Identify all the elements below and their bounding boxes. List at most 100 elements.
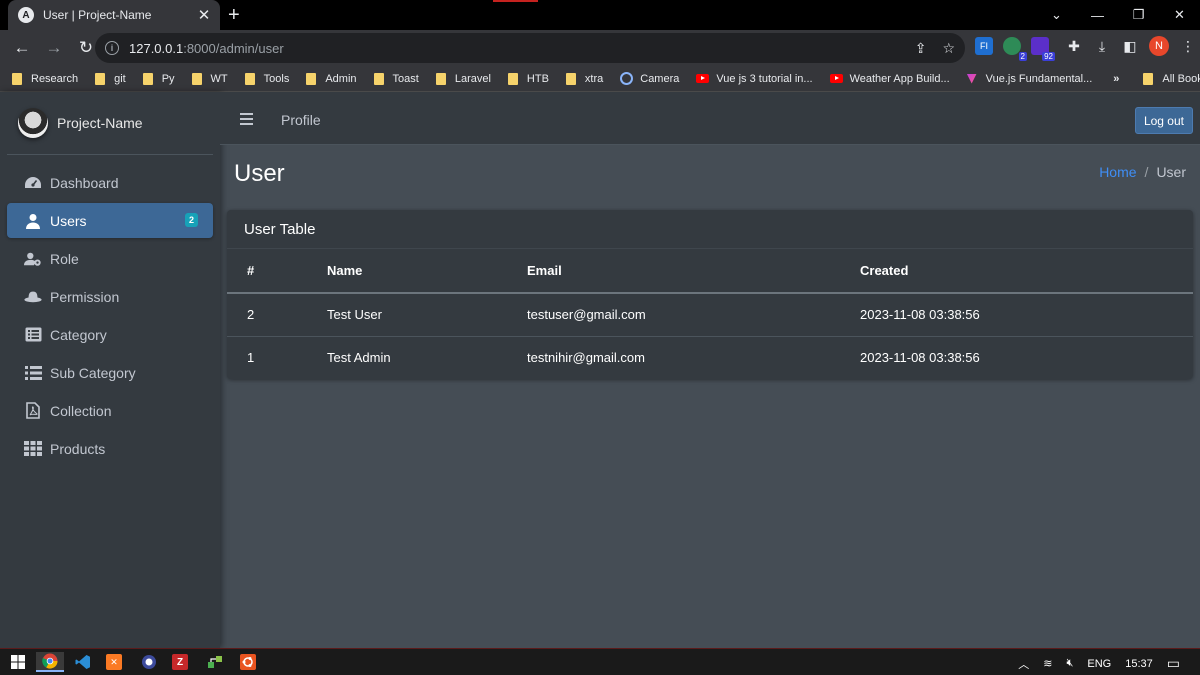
sidebar-item-label: Dashboard [50, 174, 119, 191]
sidebar-item-sub-category[interactable]: Sub Category [7, 355, 213, 390]
chevron-up-icon[interactable]: ︿ [1018, 656, 1029, 672]
sidebar-menu: Dashboard Users 2 Role Permission Catego… [0, 155, 220, 466]
bookmark-label: Laravel [454, 72, 491, 85]
camera-icon [620, 72, 634, 85]
sidebar-item-label: Sub Category [50, 364, 136, 381]
bookmark-xtra[interactable]: xtra [565, 72, 604, 85]
language-indicator[interactable]: ENG [1087, 658, 1111, 670]
download-icon[interactable]: ⤓ [1093, 37, 1111, 55]
bookmarks-bar: Research git Py WT Tools Admin Toast Lar… [0, 66, 1200, 92]
table-row: 1 Test Admin testnihir@gmail.com 2023-11… [227, 336, 1193, 379]
brand-name: Project-Name [57, 115, 143, 131]
forward-arrow-icon[interactable]: → [40, 38, 68, 58]
sidebar-item-collection[interactable]: Collection [7, 393, 213, 428]
breadcrumb-home-link[interactable]: Home [1099, 164, 1136, 180]
user-table-card: User Table # Name Email Created 2 Test U… [227, 210, 1193, 379]
user-icon [24, 212, 42, 230]
cell-id: 1 [247, 350, 255, 366]
bookmark-vue-tutorial[interactable]: Vue js 3 tutorial in... [696, 73, 813, 85]
bookmark-git[interactable]: git [95, 72, 126, 85]
chevron-down-icon[interactable]: ⌄ [1036, 0, 1077, 30]
folder-icon [1143, 72, 1154, 85]
minimize-icon[interactable]: — [1077, 0, 1118, 30]
bookmark-label: Py [161, 72, 175, 85]
profile-link[interactable]: Profile [281, 112, 321, 128]
bookmark-camera[interactable]: Camera [620, 72, 679, 85]
windows-taskbar: ✕ Z ︿ ≋ 🔇︎ ENG 15:37 ▭ [0, 648, 1200, 675]
browser-tab-strip: A User | Project-Name ✕ + ⌄ — ❐ ✕ [0, 0, 1200, 30]
close-tab-icon[interactable]: ✕ [196, 6, 212, 24]
bookmark-htb[interactable]: HTB [507, 72, 549, 85]
bookmark-tools[interactable]: Tools [244, 72, 290, 85]
logout-button[interactable]: Log out [1134, 107, 1193, 134]
xampp-icon[interactable]: ✕ [106, 654, 122, 670]
bookmark-label: Toast [392, 72, 419, 85]
address-bar[interactable]: i 127.0.0.1:8000/admin/user ⇪ ☆ [95, 33, 965, 63]
user-table: # Name Email Created 2 Test User testuse… [227, 249, 1193, 379]
vscode-icon[interactable] [73, 652, 93, 672]
sidebar-item-role[interactable]: Role [7, 241, 213, 276]
sidebar-item-label: Category [50, 326, 107, 343]
breadcrumb-current: User [1156, 164, 1186, 180]
sidebar-item-permission[interactable]: Permission [7, 279, 213, 314]
url-text: 127.0.0.1:8000/admin/user [129, 41, 284, 56]
table-header-row: # Name Email Created [227, 249, 1193, 294]
bookmark-research[interactable]: Research [12, 72, 78, 85]
folder-icon [191, 72, 202, 85]
sidebar-item-users[interactable]: Users 2 [7, 203, 213, 238]
restore-icon[interactable]: ❐ [1118, 0, 1159, 30]
kebab-menu-icon[interactable]: ⋮ [1179, 37, 1197, 55]
browser-tab[interactable]: A User | Project-Name ✕ [8, 0, 220, 30]
extension-counter-icon[interactable]: 92 [1031, 37, 1055, 61]
bookmark-admin[interactable]: Admin [306, 72, 357, 85]
profile-avatar[interactable]: N [1149, 36, 1169, 56]
cell-id: 2 [227, 293, 327, 337]
close-window-icon[interactable]: ✕ [1159, 0, 1200, 30]
main-header: Profile Log out [220, 92, 1200, 145]
brand-link[interactable]: Project-Name [7, 92, 213, 155]
bookmark-label: Weather App Build... [849, 72, 950, 85]
app-globe-icon[interactable] [139, 652, 159, 672]
share-icon[interactable]: ⇪ [915, 40, 927, 57]
all-bookmarks[interactable]: All Bookmarks [1143, 72, 1200, 85]
folder-icon [306, 72, 317, 85]
folder-icon [95, 72, 106, 85]
sidebar-item-category[interactable]: Category [7, 317, 213, 352]
bookmark-toast[interactable]: Toast [373, 72, 419, 85]
puzzle-icon[interactable]: ✚ [1065, 37, 1083, 55]
clock[interactable]: 15:37 [1125, 658, 1153, 670]
bookmark-label: Tools [263, 72, 290, 85]
sidebar: Project-Name Dashboard Users 2 Role Perm… [0, 92, 220, 648]
sidebar-item-products[interactable]: Products [7, 431, 213, 466]
page-title: User [234, 160, 285, 187]
bookmark-label: HTB [526, 72, 549, 85]
sidebar-item-label: Users [50, 212, 87, 229]
sidebar-item-dashboard[interactable]: Dashboard [7, 165, 213, 200]
ubuntu-icon[interactable] [238, 652, 258, 672]
info-icon[interactable]: i [105, 41, 119, 55]
back-arrow-icon[interactable]: ← [8, 38, 36, 58]
extension-counter-count: 92 [1042, 52, 1055, 61]
star-icon[interactable]: ☆ [942, 40, 955, 57]
bookmark-laravel[interactable]: Laravel [435, 72, 491, 85]
side-panel-icon[interactable]: ◧ [1121, 37, 1139, 55]
wifi-icon[interactable]: ≋ [1043, 657, 1052, 670]
notification-icon[interactable]: ▭ [1167, 655, 1180, 672]
speaker-muted-icon[interactable]: 🔇︎ [1066, 657, 1073, 670]
new-tab-icon[interactable]: + [228, 4, 240, 27]
grid-icon [24, 440, 42, 458]
filezilla-icon[interactable]: Z [172, 654, 188, 670]
bookmarks-overflow-button[interactable]: » [1113, 73, 1119, 85]
windows-start-icon[interactable] [8, 652, 28, 672]
bookmark-label: xtra [584, 72, 604, 85]
chrome-icon[interactable] [36, 652, 64, 672]
bookmark-vue-fundamentals[interactable]: Vue.js Fundamental... [966, 73, 1092, 85]
youtube-icon [696, 74, 710, 83]
extension-fi-icon[interactable]: FI [975, 37, 993, 55]
hamburger-menu-icon[interactable] [240, 113, 253, 125]
bookmark-weather-app[interactable]: Weather App Build... [829, 72, 950, 85]
extension-badge-icon[interactable]: 2 [1003, 37, 1027, 61]
bookmark-py[interactable]: Py [142, 72, 175, 85]
network-app-icon[interactable] [205, 652, 225, 672]
bookmark-wt[interactable]: WT [191, 72, 228, 85]
